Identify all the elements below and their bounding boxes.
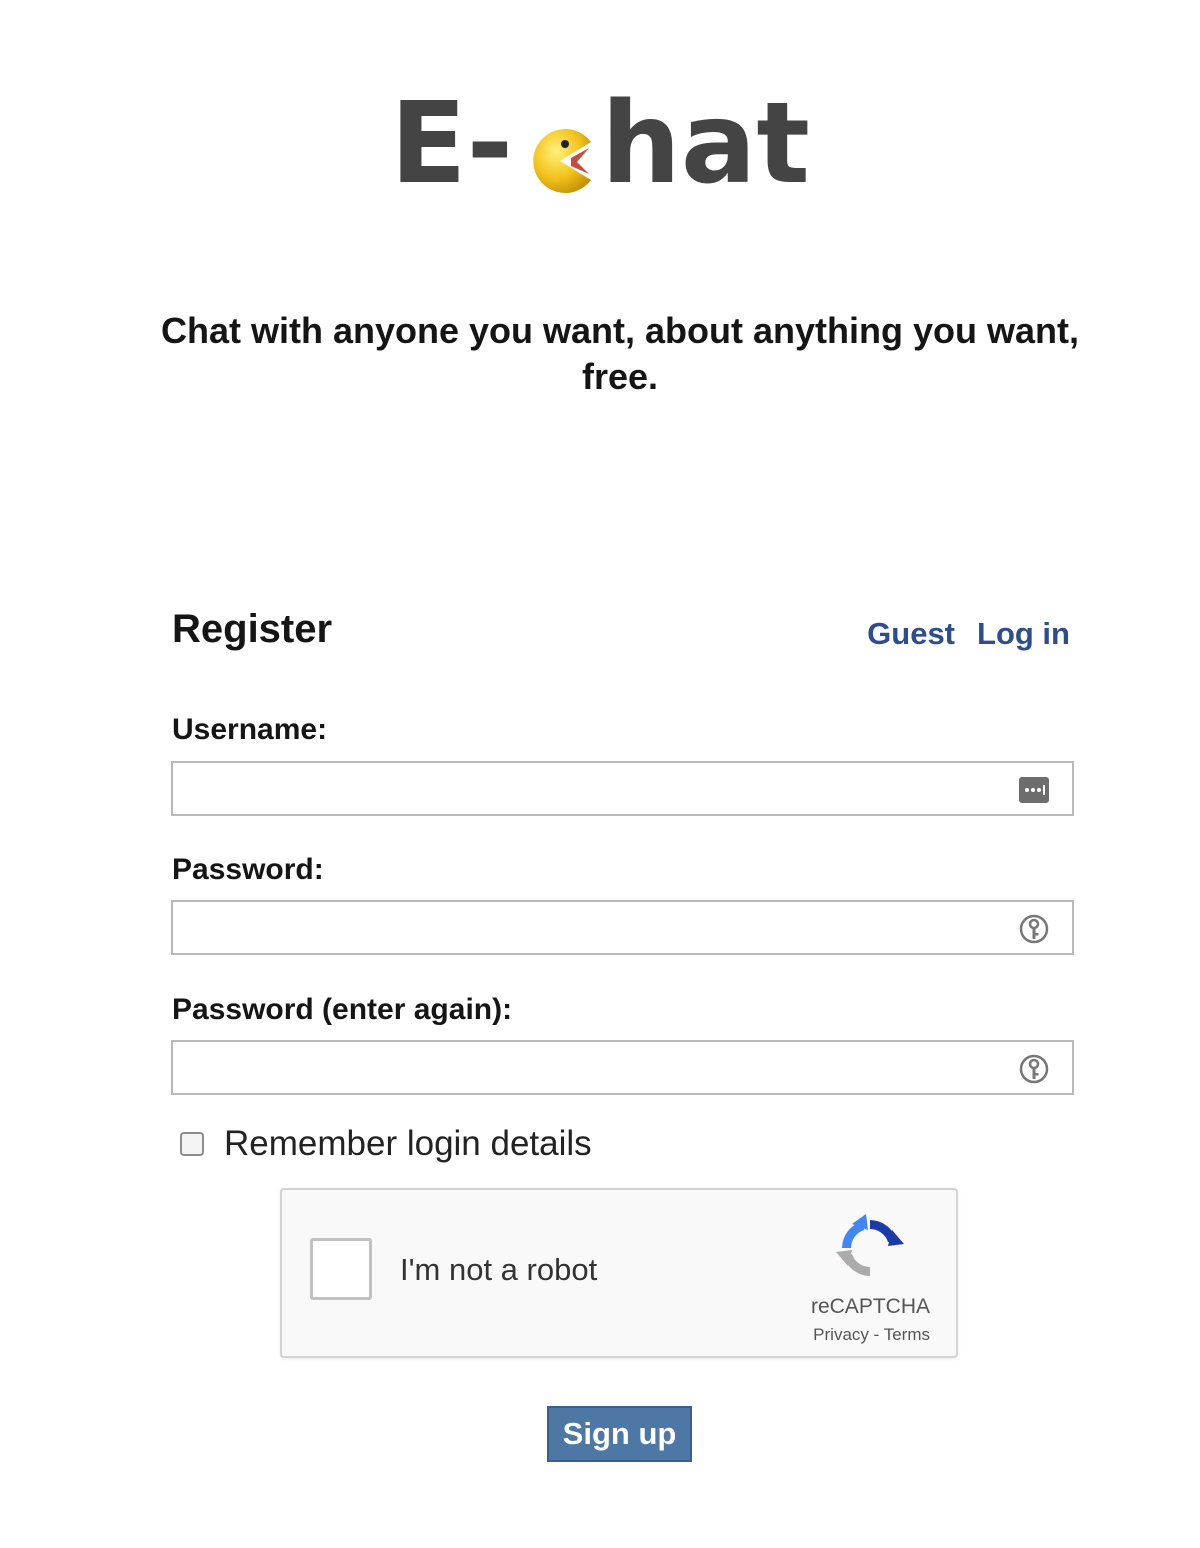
password-input[interactable] <box>183 902 1007 955</box>
e-chat-logo: E- hat <box>0 88 1200 200</box>
password-manager-icon[interactable] <box>1018 774 1050 806</box>
recaptcha-widget: I'm not a robot reCAPTCHA Privacy - Term… <box>280 1188 958 1358</box>
recaptcha-brand: reCAPTCHA <box>810 1295 930 1318</box>
username-input[interactable] <box>183 763 1007 816</box>
remember-checkbox[interactable] <box>180 1132 204 1156</box>
recaptcha-links: Privacy - Terms <box>813 1324 930 1346</box>
recaptcha-logo-icon <box>836 1214 904 1276</box>
recaptcha-checkbox[interactable] <box>310 1238 372 1300</box>
recaptcha-label: I'm not a robot <box>400 1252 598 1287</box>
password-again-label: Password (enter again): <box>172 993 513 1026</box>
pacman-icon <box>533 129 592 193</box>
sign-up-button[interactable]: Sign up <box>547 1406 692 1462</box>
register-page: E- hat Chat with anyone you want, about … <box>0 0 1200 1548</box>
password-field-box <box>171 900 1074 955</box>
password-key-icon[interactable] <box>1018 913 1050 945</box>
username-label: Username: <box>172 713 328 746</box>
password-again-input[interactable] <box>183 1042 1007 1095</box>
recaptcha-privacy-link[interactable]: Privacy <box>813 1325 869 1344</box>
tagline: Chat with anyone you want, about anythin… <box>160 310 1080 397</box>
password-again-field-box <box>171 1040 1074 1095</box>
logo-text-left: E- <box>390 79 514 209</box>
recaptcha-separator: - <box>868 1325 884 1344</box>
recaptcha-terms-link[interactable]: Terms <box>884 1325 930 1344</box>
remember-label[interactable]: Remember login details <box>224 1124 592 1164</box>
login-link[interactable]: Log in <box>977 616 1070 651</box>
guest-link[interactable]: Guest <box>867 616 955 651</box>
username-field-box <box>171 761 1074 816</box>
register-title: Register <box>172 607 333 651</box>
password-key-icon[interactable] <box>1018 1053 1050 1085</box>
password-label: Password: <box>172 853 324 886</box>
remember-row: Remember login details <box>180 1124 592 1164</box>
top-links: Guest Log in <box>845 614 1070 654</box>
logo-text-right: hat <box>601 79 810 209</box>
